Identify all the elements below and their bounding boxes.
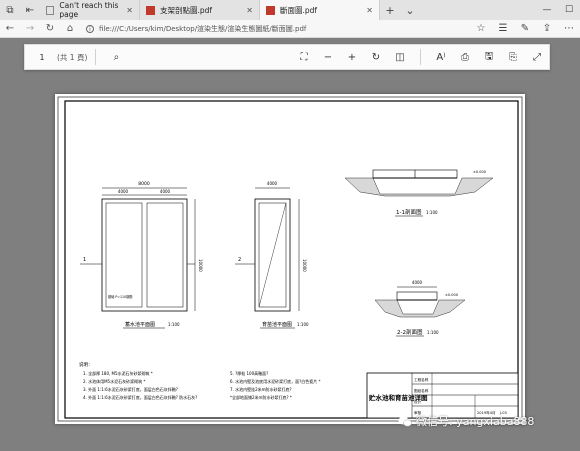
search-icon[interactable]: ⌕ xyxy=(104,44,128,70)
tab-list-chevron-icon[interactable]: ⌄ xyxy=(400,0,420,20)
title-block: 贮水池和育苗池详图 工程名称 图纸名称 设计 审核 2019年4月 J-03 xyxy=(366,372,519,419)
tab-section-pdf[interactable]: 斷面圖.pdf ✕ xyxy=(260,0,380,20)
section-caption: 1-1剖面图 xyxy=(396,208,422,216)
pdf-icon xyxy=(266,5,275,15)
plan-caption: 蓄水池平面图 xyxy=(125,321,155,328)
tab-bar: ⧉ ⇤ Can't reach this page ✕ 支架剖點圖.pdf ✕ … xyxy=(0,0,580,20)
section-scale: 1:100 xyxy=(426,210,438,215)
watermark-text: 微信号: yangxiaba888 xyxy=(416,415,535,428)
print-icon[interactable]: ⎙ xyxy=(453,44,477,70)
note-line: 3. 外面 1:1:6水泥石灰砂浆打底，面层白色石灰拌釉? xyxy=(83,386,178,392)
plan2: 4000 10000 2 育苗池平面图 1:100 xyxy=(235,181,309,329)
tb-label: 图纸名称 xyxy=(414,388,429,393)
close-icon[interactable]: ✕ xyxy=(246,6,253,15)
home-icon[interactable]: ⌂ xyxy=(60,20,80,38)
note-line: 6. 水池内壁及池底用水泥砂浆打底，面?白色瓷片 * xyxy=(230,378,320,384)
section-caption: 2-2剖面图 xyxy=(397,328,423,336)
back-tabs-icon[interactable]: ⇤ xyxy=(20,0,40,20)
rotate-icon[interactable]: ↻ xyxy=(364,44,388,70)
dim-side: 10000 xyxy=(302,259,307,272)
plan1: 8000 4000 4000 10000 1 基础 P=110钢筋 蓄水池平面图… xyxy=(80,181,203,329)
favorites-list-icon[interactable]: ☰ xyxy=(492,23,514,34)
dim-side: 10000 xyxy=(198,259,203,272)
tb-label: 工程名称 xyxy=(414,377,429,382)
tab-label: Can't reach this page xyxy=(59,1,119,19)
divider xyxy=(95,49,97,65)
fit-page-icon[interactable]: ⛶ xyxy=(292,44,316,70)
close-icon[interactable]: ✕ xyxy=(126,6,133,15)
tab-actions-icon[interactable]: ⧉ xyxy=(0,0,20,20)
pdf-page: 8000 4000 4000 10000 1 基础 P=110钢筋 蓄水池平面图… xyxy=(55,94,525,424)
note-line: 5. ?厚帖 100高釉面? xyxy=(230,370,268,376)
pdf-icon xyxy=(146,5,155,15)
note-line: 2. 水池体用M5水泥石灰砂浆砌筑 * xyxy=(83,378,145,384)
refresh-icon[interactable]: ↻ xyxy=(40,20,60,38)
dim-left: 4000 xyxy=(118,189,129,194)
address-bar: ← → ↻ ⌂ i file:///C:/Users/kim/Desktop/渲… xyxy=(0,20,580,38)
plan-scale: 1:100 xyxy=(297,322,309,327)
close-icon[interactable]: ✕ xyxy=(366,6,373,15)
section2: 4000 ±0.000 2-2剖面图 1:100 xyxy=(374,280,466,337)
dim-top: 4000 xyxy=(267,181,278,186)
favorite-star-icon[interactable]: ☆ xyxy=(470,23,492,34)
maximize-icon[interactable]: ☐ xyxy=(558,0,580,20)
page-number-input[interactable]: 1 xyxy=(33,49,51,65)
dim-right: 4000 xyxy=(160,189,171,194)
divider xyxy=(420,49,421,65)
section-scale: 1:100 xyxy=(427,330,439,335)
plan-note: 基础 P=110钢筋 xyxy=(108,294,132,299)
level-note: ±0.000 xyxy=(445,293,458,297)
cad-drawing: 8000 4000 4000 10000 1 基础 P=110钢筋 蓄水池平面图… xyxy=(57,96,523,422)
zoom-in-icon[interactable]: + xyxy=(340,44,364,70)
new-tab-icon[interactable]: + xyxy=(380,0,400,20)
url-text: file:///C:/Users/kim/Desktop/渲染生態/渲染生態圖紙… xyxy=(99,24,307,33)
plan-caption: 育苗池平面图 xyxy=(262,321,292,328)
note-line: 7. 水池内壁挂2米m防水砂浆打底? xyxy=(230,386,292,392)
section-marker: 1 xyxy=(83,257,86,263)
pen-icon[interactable]: ✎ xyxy=(514,23,536,34)
page-icon xyxy=(46,5,55,15)
note-line: 1. 全部厚 180, M5水泥石灰砂浆砌筑 * xyxy=(83,370,153,376)
section1: ±0.000 1-1剖面图 1:100 xyxy=(344,169,494,217)
tab-label: 支架剖點圖.pdf xyxy=(160,5,213,15)
save-as-icon[interactable]: ⎘ xyxy=(501,44,525,70)
tab-support-pdf[interactable]: 支架剖點圖.pdf ✕ xyxy=(140,0,260,20)
notes-heading: 说明： xyxy=(79,361,93,368)
fullscreen-icon[interactable]: ⤢ xyxy=(525,44,549,70)
save-icon[interactable]: 🖫 xyxy=(477,44,501,70)
note-line: 4. 外面 1:1:6水泥石灰砂浆打底，面层白色石灰拌釉? 防水石灰? xyxy=(83,394,197,400)
forward-icon[interactable]: → xyxy=(20,20,40,38)
dim-top: 4000 xyxy=(412,280,423,285)
info-icon: i xyxy=(86,24,94,33)
share-icon[interactable]: ⇪ xyxy=(536,23,558,34)
minimize-icon[interactable]: — xyxy=(536,0,558,20)
page-layout-icon[interactable]: ◫ xyxy=(388,44,412,70)
dim-total: 8000 xyxy=(138,181,150,187)
level-note: ±0.000 xyxy=(473,170,486,174)
wechat-icon xyxy=(398,416,412,426)
url-field[interactable]: i file:///C:/Users/kim/Desktop/渲染生態/渲染生態… xyxy=(86,24,470,34)
page-count: (共 1 頁) xyxy=(57,52,88,62)
zoom-out-icon[interactable]: − xyxy=(316,44,340,70)
more-icon[interactable]: ⋯ xyxy=(558,23,580,34)
read-aloud-icon[interactable]: A⁾ xyxy=(429,44,453,70)
pdf-toolbar: 1 (共 1 頁) ⌕ ⛶ − + ↻ ◫ A⁾ ⎙ 🖫 ⎘ ⤢ xyxy=(24,44,550,70)
tb-label: 设计 xyxy=(414,399,422,404)
back-icon[interactable]: ← xyxy=(0,20,20,38)
note-line: *全部地面铺2米m防水砂浆打底? * xyxy=(230,394,292,400)
section-marker: 2 xyxy=(238,257,241,263)
tab-label: 斷面圖.pdf xyxy=(280,5,318,15)
plan-scale: 1:100 xyxy=(168,322,180,327)
watermark: 微信号: yangxiaba888 xyxy=(398,413,534,429)
notes: 说明： 1. 全部厚 180, M5水泥石灰砂浆砌筑 * 2. 水池体用M5水泥… xyxy=(79,361,320,400)
tab-cant-reach[interactable]: Can't reach this page ✕ xyxy=(40,0,140,20)
